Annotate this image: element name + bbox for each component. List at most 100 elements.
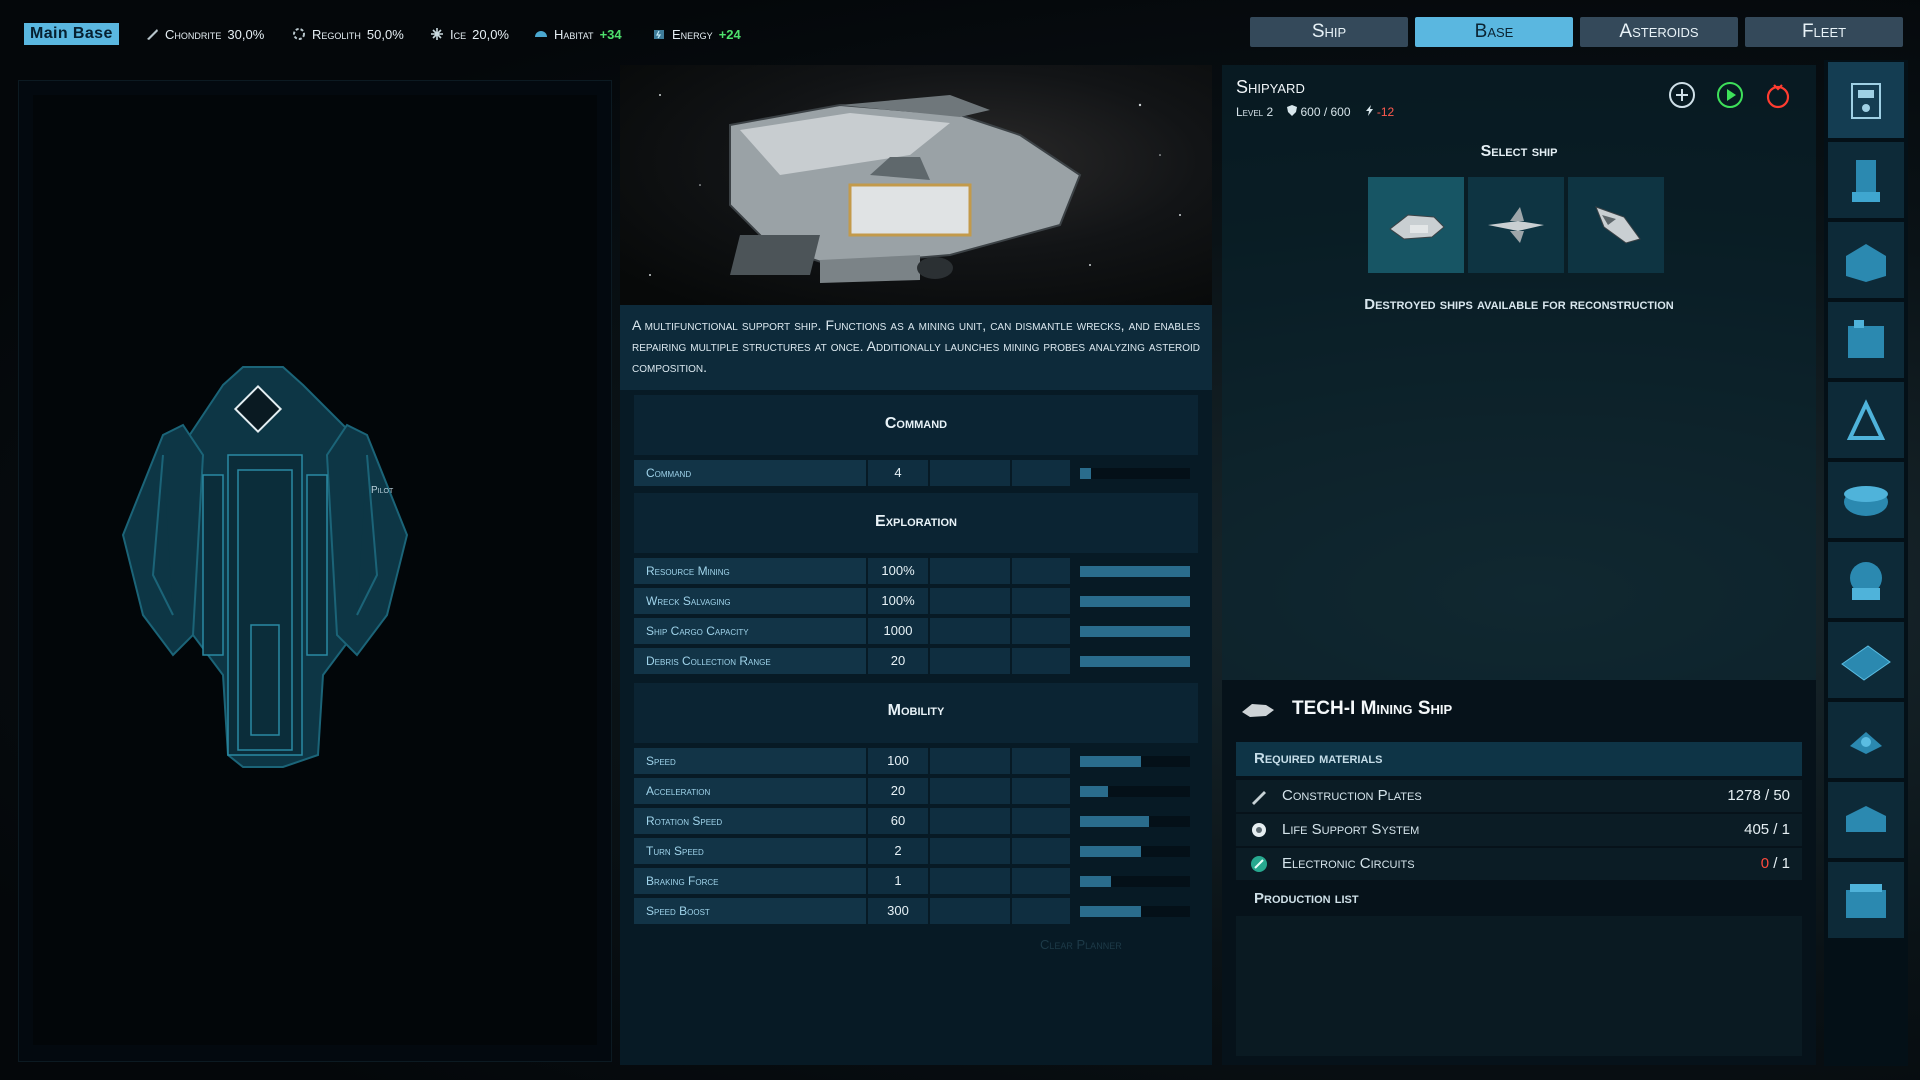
stat-row-acceleration: Acceleration 20 [634, 778, 1198, 804]
stat-row-speed-boost: Speed Boost 300 [634, 898, 1198, 924]
building-tower[interactable] [1828, 142, 1904, 218]
tab-fleet[interactable]: Fleet [1745, 17, 1903, 47]
top-bar: Main Base Chondrite 30,0% Regolith 50,0%… [0, 0, 1920, 60]
shipyard-level: Level 2 [1236, 105, 1274, 119]
stat-row-speed: Speed 100 [634, 748, 1198, 774]
stat-bar [1080, 816, 1190, 827]
lightning-icon [1365, 105, 1373, 116]
section-title-exploration: Exploration [875, 513, 957, 530]
demolish-icon[interactable] [1764, 81, 1792, 109]
material-row-construction-plates: Construction Plates 1278 / 50 [1236, 780, 1802, 813]
mining-ship-small-icon [1242, 704, 1274, 717]
stat-bar [1080, 566, 1190, 577]
stat-row-command: Command 4 [634, 460, 1198, 486]
ship-blueprint-icon [121, 366, 409, 768]
ship-option-fighter[interactable] [1468, 177, 1564, 273]
production-list-title: Production list [1254, 890, 1359, 907]
life-support-icon [1252, 823, 1266, 837]
ship-option-cargo[interactable] [1568, 177, 1664, 273]
resource-ice: Ice 20,0% [430, 24, 509, 44]
destroyed-ships-title: Destroyed ships available for reconstruc… [1364, 296, 1674, 313]
tower-building-icon [1852, 160, 1880, 202]
play-icon[interactable] [1716, 81, 1744, 109]
section-title-mobility: Mobility [887, 702, 945, 719]
fighter-ship-icon [1488, 207, 1544, 243]
refinery-building-icon [1848, 320, 1884, 358]
stat-row-braking-force: Braking Force 1 [634, 868, 1198, 894]
base-name-badge[interactable]: Main Base [24, 23, 119, 45]
resource-energy: Energy +24 [652, 24, 741, 44]
habitat-icon [535, 31, 547, 37]
shipyard-title: Shipyard [1236, 77, 1305, 97]
regolith-icon [293, 28, 305, 40]
stat-bar [1080, 596, 1190, 607]
building-solar-panel[interactable] [1828, 622, 1904, 698]
shipyard-panel: Shipyard Level 2 600 / 600 -12 Select sh… [1222, 65, 1816, 1065]
ship-schematic-panel: Pilot [18, 80, 612, 1062]
shipyard-energy: -12 [1365, 105, 1394, 119]
stat-bar [1080, 656, 1190, 667]
stat-bar [1080, 468, 1190, 479]
shield-icon [1287, 105, 1298, 116]
drone-bay-icon [1850, 732, 1882, 754]
warehouse-building-icon [1846, 884, 1886, 918]
building-habitat[interactable] [1828, 462, 1904, 538]
stat-bar [1080, 786, 1190, 797]
mining-ship-render-icon [649, 94, 1181, 283]
habitat-dome-icon [1844, 486, 1888, 516]
building-storage[interactable] [1828, 222, 1904, 298]
building-reactor[interactable] [1828, 542, 1904, 618]
stat-row-turn-speed: Turn Speed 2 [634, 838, 1198, 864]
building-crane[interactable] [1828, 382, 1904, 458]
storage-building-icon [1846, 244, 1886, 282]
recipe-panel: TECH-I Mining Ship Required materials Co… [1222, 680, 1816, 1065]
tab-base[interactable]: Base [1415, 17, 1573, 47]
material-row-life-support: Life Support System 405 / 1 [1236, 814, 1802, 847]
cargo-ship-icon [1595, 206, 1641, 244]
reactor-building-icon [1850, 562, 1882, 600]
tab-asteroids[interactable]: Asteroids [1580, 17, 1738, 47]
stat-bar [1080, 626, 1190, 637]
tab-ship[interactable]: Ship [1250, 17, 1408, 47]
resource-regolith: Regolith 50,0% [292, 24, 404, 44]
production-list [1236, 916, 1802, 1056]
ship-info-panel: A multifunctional support ship. Function… [620, 65, 1212, 1065]
recipe-name: TECH-I Mining Ship [1292, 698, 1453, 719]
schematic-viewport: Pilot [33, 95, 597, 1045]
pilot-slot-label: Pilot [371, 485, 394, 496]
shipyard-hp: 600 / 600 [1287, 105, 1351, 119]
required-materials-header: Required materials [1236, 742, 1802, 776]
energy-icon [654, 30, 664, 39]
ship-option-mining[interactable] [1368, 177, 1464, 273]
stat-row-debris-collection-range: Debris Collection Range 20 [634, 648, 1198, 674]
building-shipyard[interactable] [1828, 62, 1904, 138]
hangar-building-icon [1846, 806, 1886, 832]
building-hangar[interactable] [1828, 782, 1904, 858]
select-ship-title: Select ship [1480, 143, 1558, 160]
material-row-electronic-circuits: Electronic Circuits 0 / 1 [1236, 848, 1802, 881]
stat-bar [1080, 906, 1190, 917]
section-title-command: Command [884, 415, 948, 432]
mining-ship-icon [1389, 214, 1445, 240]
clear-planner-button[interactable]: Clear Planner [1040, 937, 1122, 952]
building-list [1824, 60, 1908, 1066]
building-refinery[interactable] [1828, 302, 1904, 378]
stat-bar [1080, 756, 1190, 767]
stat-row-rotation-speed: Rotation Speed 60 [634, 808, 1198, 834]
building-drone-bay[interactable] [1828, 702, 1904, 778]
construction-plates-icon [1252, 791, 1266, 805]
stat-bar [1080, 876, 1190, 887]
stat-row-resource-mining: Resource Mining 100% [634, 558, 1198, 584]
ship-render [620, 65, 1212, 305]
game-screen: Main Base Chondrite 30,0% Regolith 50,0%… [0, 0, 1920, 1080]
add-icon[interactable] [1668, 81, 1696, 109]
resource-chondrite: Chondrite 30,0% [145, 24, 264, 44]
resource-habitat: Habitat +34 [534, 24, 622, 44]
building-warehouse[interactable] [1828, 862, 1904, 938]
shipyard-meta: Level 2 600 / 600 -12 [1236, 105, 1394, 119]
ice-icon [431, 28, 443, 40]
stat-row-ship-cargo-capacity: Ship Cargo Capacity 1000 [634, 618, 1198, 644]
solar-panel-icon [1841, 645, 1891, 681]
ship-description: A multifunctional support ship. Function… [620, 305, 1212, 390]
chondrite-icon [147, 29, 158, 40]
